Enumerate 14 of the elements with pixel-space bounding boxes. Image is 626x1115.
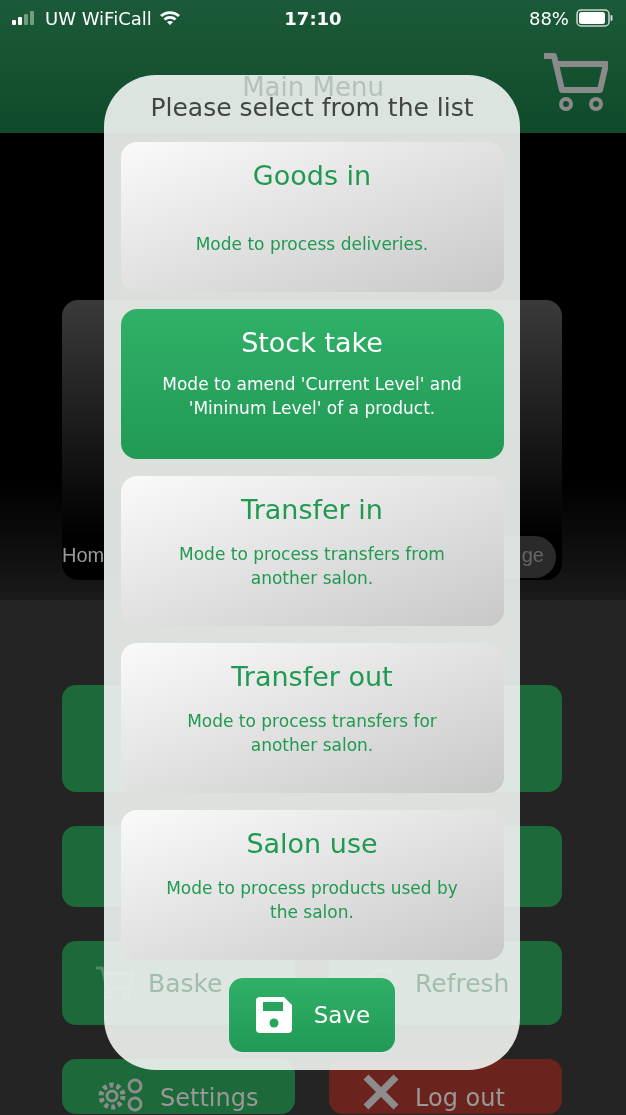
- x-icon: [361, 1072, 401, 1112]
- cart-icon[interactable]: [542, 52, 608, 114]
- clock: 17:10: [284, 7, 342, 29]
- save-button[interactable]: Save: [229, 978, 395, 1052]
- mode-option[interactable]: Stock take Mode to amend 'Current Level' and 'Mininum Level' of a product.: [120, 309, 504, 459]
- mode-option[interactable]: Transfer out Mode to process transfers for another salon.: [120, 643, 504, 793]
- battery-icon: [576, 9, 614, 27]
- home-tab[interactable]: Hom: [62, 536, 105, 578]
- mode-option[interactable]: Transfer in Mode to process transfers from another salon.: [120, 476, 504, 626]
- battery-percent: 88%: [528, 7, 569, 29]
- carrier-name: UW WiFiCall: [45, 7, 152, 29]
- wifi-icon: [158, 10, 181, 26]
- mode-option[interactable]: Goods in Mode to process deliveries.: [120, 142, 504, 292]
- mode-option[interactable]: Salon use Mode to process products used by the salon.: [120, 810, 504, 960]
